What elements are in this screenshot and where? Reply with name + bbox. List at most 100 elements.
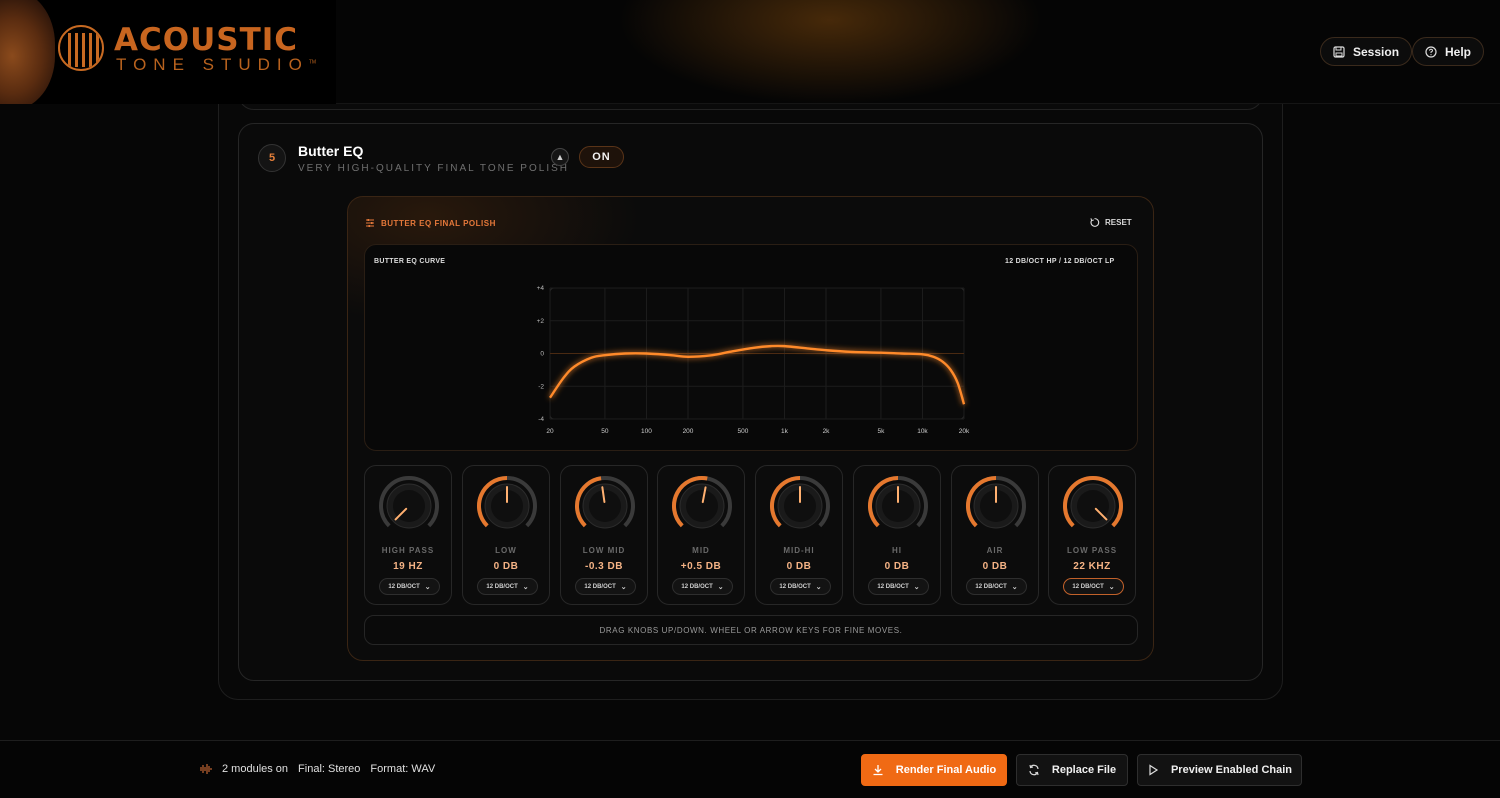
help-button[interactable]: Help: [1412, 37, 1485, 66]
collapse-button[interactable]: ▲: [551, 148, 569, 166]
slope-value: 12 DB/OCT: [388, 583, 420, 590]
knob-value: 0 DB: [493, 561, 519, 572]
brand-title: ACOUSTIC: [114, 22, 299, 58]
reset-button[interactable]: RESET: [1089, 217, 1132, 228]
x-tick-label: 500: [737, 428, 748, 435]
chevron-down-icon: ⌄: [1011, 583, 1018, 591]
eq-knob[interactable]: [768, 474, 832, 538]
footer-status: 2 modules on Final: Stereo Format: WAV: [200, 763, 435, 775]
x-tick-label: 5k: [877, 428, 885, 435]
slope-value: 12 DB/OCT: [975, 583, 1007, 590]
chevron-down-icon: ⌄: [620, 583, 627, 591]
eq-knob[interactable]: [1061, 474, 1125, 538]
eq-panel-header: BUTTER EQ FINAL POLISH: [365, 218, 496, 228]
play-icon: [1149, 764, 1159, 776]
eq-knob[interactable]: [475, 474, 539, 538]
knob-label: HI: [892, 546, 902, 555]
slope-value: 12 DB/OCT: [877, 583, 909, 590]
slope-select[interactable]: 12 DB/OCT ⌄: [1063, 578, 1124, 595]
slope-select[interactable]: 12 DB/OCT ⌄: [770, 578, 831, 595]
slope-select[interactable]: 12 DB/OCT ⌄: [379, 578, 440, 595]
brand-logo: ACOUSTIC TONE STUDIOTM: [0, 0, 336, 104]
knob-value: 19 HZ: [393, 561, 423, 572]
knob-card: LOW 0 DB 12 DB/OCT ⌄: [462, 465, 550, 605]
knob-value: 0 DB: [982, 561, 1008, 572]
knob-label: MID: [692, 546, 710, 555]
module-on-toggle[interactable]: ON: [579, 146, 624, 168]
eq-knob[interactable]: [670, 474, 734, 538]
chevron-down-icon: ⌄: [913, 583, 920, 591]
slope-select[interactable]: 12 DB/OCT ⌄: [672, 578, 733, 595]
chevron-down-icon: ⌄: [1108, 583, 1115, 591]
knob-card: HIGH PASS 19 HZ 12 DB/OCT ⌄: [364, 465, 452, 605]
knob-value: +0.5 DB: [680, 561, 722, 572]
slope-select[interactable]: 12 DB/OCT ⌄: [966, 578, 1027, 595]
help-icon: [1425, 45, 1437, 58]
preview-chain-button[interactable]: Preview Enabled Chain: [1137, 754, 1302, 786]
knob-card: MID-HI 0 DB 12 DB/OCT ⌄: [755, 465, 843, 605]
guitar-image: [0, 0, 55, 104]
x-tick-label: 1k: [781, 428, 789, 435]
x-tick-label: 50: [601, 428, 609, 435]
eq-knob[interactable]: [964, 474, 1028, 538]
knob-label: LOW MID: [582, 546, 626, 555]
download-icon: [873, 765, 883, 776]
session-button[interactable]: Session: [1320, 37, 1413, 66]
module-title: Butter EQ: [298, 143, 364, 159]
chevron-up-icon: ▲: [555, 152, 565, 162]
logo-mark-icon: [58, 25, 104, 71]
chevron-down-icon: ⌄: [522, 583, 529, 591]
x-tick-label: 10k: [917, 428, 928, 435]
replace-file-button[interactable]: Replace File: [1016, 754, 1128, 786]
slope-select[interactable]: 12 DB/OCT ⌄: [575, 578, 636, 595]
x-tick-label: 100: [641, 428, 652, 435]
slope-select[interactable]: 12 DB/OCT ⌄: [477, 578, 538, 595]
x-tick-label: 20: [546, 428, 554, 435]
slope-value: 12 DB/OCT: [779, 583, 811, 590]
y-tick-label: -4: [538, 416, 544, 423]
reset-label: RESET: [1105, 218, 1132, 227]
eq-knob[interactable]: [377, 474, 441, 538]
module-subtitle: VERY HIGH-QUALITY FINAL TONE POLISH: [298, 163, 569, 174]
render-label: Render Final Audio: [895, 764, 997, 776]
usage-hint: DRAG KNOBS UP/DOWN. WHEEL OR ARROW KEYS …: [364, 615, 1138, 645]
knob-value: 0 DB: [884, 561, 910, 572]
eq-knob[interactable]: [866, 474, 930, 538]
knob-label: AIR: [986, 546, 1004, 555]
knob-card: AIR 0 DB 12 DB/OCT ⌄: [951, 465, 1039, 605]
session-label: Session: [1353, 44, 1400, 59]
slope-value: 12 DB/OCT: [1072, 583, 1104, 590]
knob-card: HI 0 DB 12 DB/OCT ⌄: [853, 465, 941, 605]
slope-value: 12 DB/OCT: [681, 583, 713, 590]
x-tick-label: 200: [683, 428, 694, 435]
help-label: Help: [1445, 44, 1472, 59]
final-channel: Final: Stereo: [298, 763, 361, 775]
knob-card: LOW PASS 22 KHZ 12 DB/OCT ⌄: [1048, 465, 1136, 605]
knob-card: MID +0.5 DB 12 DB/OCT ⌄: [657, 465, 745, 605]
knob-label: LOW PASS: [1066, 546, 1118, 555]
knob-label: MID-HI: [783, 546, 815, 555]
slope-select[interactable]: 12 DB/OCT ⌄: [868, 578, 929, 595]
eq-curve-label: BUTTER EQ CURVE: [374, 258, 446, 265]
eq-curve-chart: 20 50 100 200 500 1k 2k 5k 10k 20k +4 +2 0 -2 -4: [537, 285, 970, 435]
replace-label: Replace File: [1051, 764, 1117, 776]
output-format: Format: WAV: [370, 763, 436, 775]
refresh-icon: [1029, 764, 1039, 776]
render-final-audio-button[interactable]: Render Final Audio: [861, 754, 1007, 786]
knob-card: LOW MID -0.3 DB 12 DB/OCT ⌄: [560, 465, 648, 605]
chevron-down-icon: ⌄: [815, 583, 822, 591]
chevron-down-icon: ⌄: [424, 583, 431, 591]
eq-knob[interactable]: [573, 474, 637, 538]
preview-label: Preview Enabled Chain: [1170, 764, 1293, 776]
knob-value: 0 DB: [786, 561, 812, 572]
y-tick-label: +4: [537, 285, 545, 292]
app-header: ACOUSTIC TONE STUDIOTM Session Help: [0, 0, 1500, 104]
y-tick-label: -2: [538, 383, 544, 390]
knob-value: -0.3 DB: [585, 561, 623, 572]
reset-icon: [1090, 218, 1100, 227]
modules-on-count: 2 modules on: [222, 763, 289, 775]
save-icon: [1333, 45, 1345, 58]
eq-panel-title: BUTTER EQ FINAL POLISH: [381, 218, 496, 228]
x-tick-label: 2k: [823, 428, 831, 435]
y-tick-label: 0: [540, 351, 544, 358]
